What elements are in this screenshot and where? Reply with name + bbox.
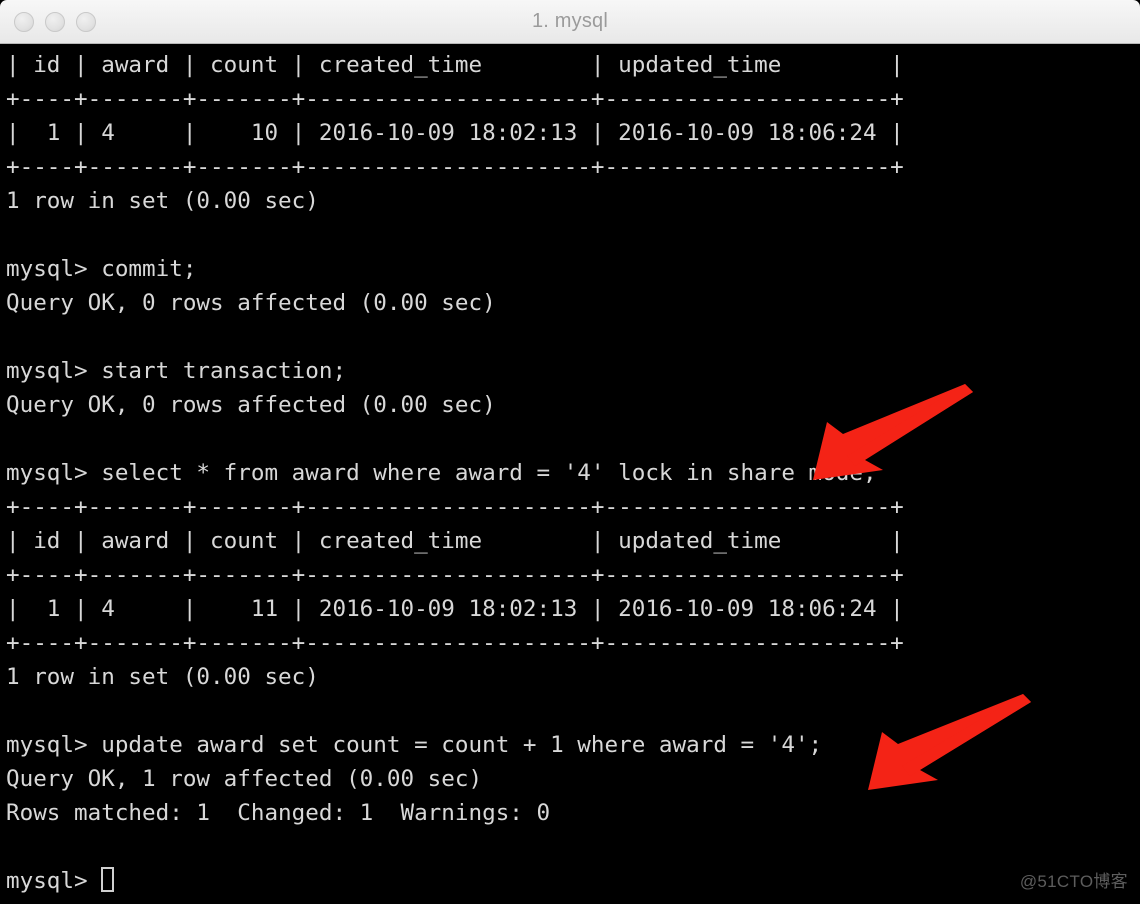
terminal-line: Rows matched: 1 Changed: 1 Warnings: 0 — [6, 800, 551, 826]
terminal-line: mysql> update award set count = count + … — [6, 732, 823, 758]
window-controls — [14, 0, 96, 44]
terminal-line: | 1 | 4 | 10 | 2016-10-09 18:02:13 | 201… — [6, 120, 904, 146]
terminal-window: 1. mysql | id | award | count | created_… — [0, 0, 1140, 904]
zoom-button-icon[interactable] — [76, 12, 96, 32]
terminal-line: mysql> select * from award where award =… — [6, 460, 877, 486]
terminal-line: mysql> start transaction; — [6, 358, 347, 384]
terminal-line: +----+-------+-------+------------------… — [6, 86, 904, 112]
prompt-label: mysql> — [6, 868, 102, 894]
terminal-line: Query OK, 1 row affected (0.00 sec) — [6, 766, 483, 792]
terminal-line: 1 row in set (0.00 sec) — [6, 188, 319, 214]
terminal-line: | id | award | count | created_time | up… — [6, 528, 904, 554]
minimize-button-icon[interactable] — [45, 12, 65, 32]
terminal-line: | 1 | 4 | 11 | 2016-10-09 18:02:13 | 201… — [6, 596, 904, 622]
text-cursor — [101, 867, 115, 892]
terminal-line: +----+-------+-------+------------------… — [6, 630, 904, 656]
terminal-prompt-line[interactable]: mysql> — [6, 864, 1140, 898]
terminal-line: 1 row in set (0.00 sec) — [6, 664, 319, 690]
window-titlebar[interactable]: 1. mysql — [0, 0, 1140, 44]
terminal-line: | id | award | count | created_time | up… — [6, 52, 904, 78]
terminal-line: +----+-------+-------+------------------… — [6, 154, 904, 180]
terminal-line: Query OK, 0 rows affected (0.00 sec) — [6, 392, 496, 418]
window-title: 1. mysql — [531, 10, 609, 32]
terminal-output: | id | award | count | created_time | up… — [6, 48, 1140, 898]
terminal-body[interactable]: | id | award | count | created_time | up… — [0, 44, 1140, 904]
close-button-icon[interactable] — [14, 12, 34, 32]
terminal-line: +----+-------+-------+------------------… — [6, 494, 904, 520]
terminal-line: mysql> commit; — [6, 256, 197, 282]
watermark-label: @51CTO博客 — [1019, 872, 1128, 891]
terminal-line: Query OK, 0 rows affected (0.00 sec) — [6, 290, 496, 316]
terminal-line: +----+-------+-------+------------------… — [6, 562, 904, 588]
